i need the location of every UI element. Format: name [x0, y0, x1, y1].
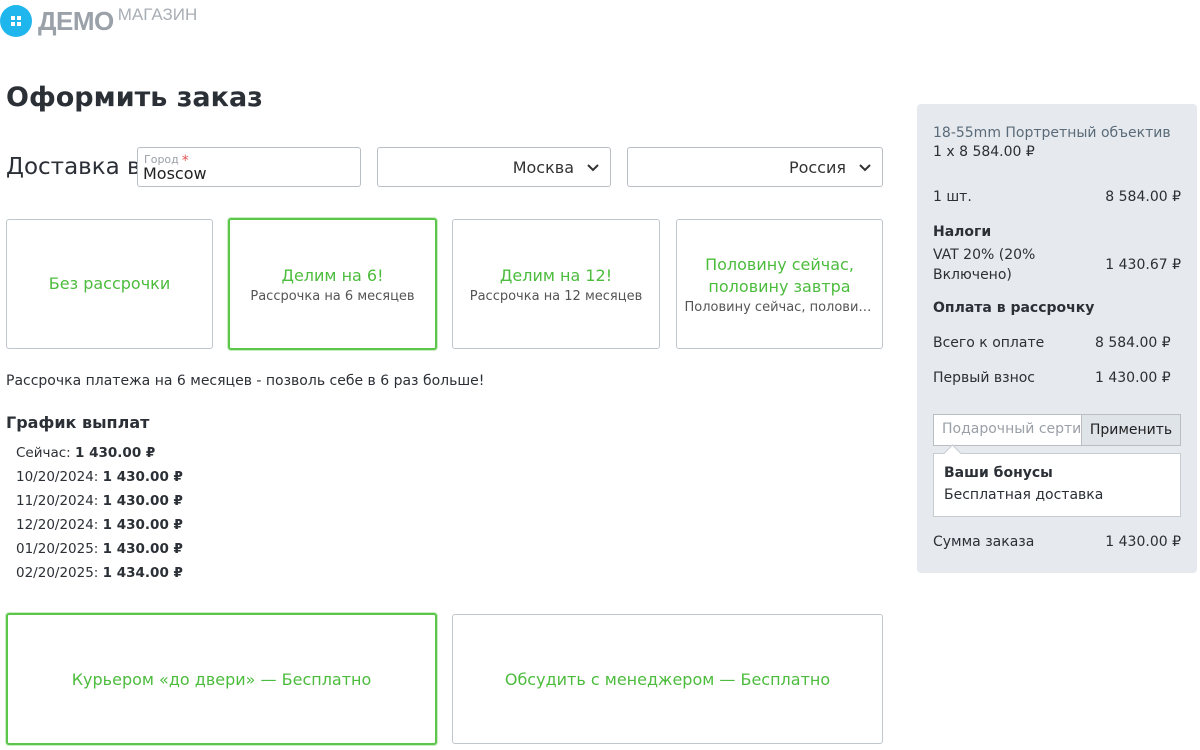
installment-option-12[interactable]: Делим на 12! Рассрочка на 12 месяцев — [452, 219, 660, 349]
schedule-row: Сейчас: 1 430.00 ₽ — [16, 445, 156, 461]
bonus-title: Ваши бонусы — [944, 465, 1053, 481]
city-select-value: Москва — [512, 158, 574, 177]
vat-value: 1 430.67 ₽ — [1105, 257, 1181, 273]
payment-schedule: Сейчас: 1 430.00 ₽ 10/20/2024: 1 430.00 … — [16, 441, 183, 585]
installment-summary-title: Оплата в рассрочку — [933, 300, 1095, 316]
installment-option-subtitle: Рассрочка на 6 месяцев — [250, 288, 415, 304]
installment-option-6[interactable]: Делим на 6! Рассрочка на 6 месяцев — [228, 218, 437, 350]
vat-label: VAT 20% (20% Включено) — [933, 247, 1036, 283]
order-sum-label: Сумма заказа — [933, 534, 1035, 550]
product-qty-price: 1 x 8 584.00 ₽ — [933, 144, 1035, 160]
city-select[interactable]: Москва — [377, 147, 611, 187]
total-row: Всего к оплате 8 584.00 ₽ — [933, 335, 1171, 351]
installment-option-half[interactable]: Половину сейчас, половину завтра Половин… — [676, 219, 883, 349]
logo-sub-text: МАГАЗИН — [117, 5, 198, 24]
schedule-row: 01/20/2025: 1 430.00 ₽ — [16, 541, 183, 557]
installment-option-title: Делим на 12! — [499, 265, 613, 285]
city-field-value: Moscow — [143, 164, 207, 183]
product-name[interactable]: 18-55mm Портретный объектив — [933, 125, 1171, 141]
schedule-row: 11/20/2024: 1 430.00 ₽ — [16, 493, 183, 509]
page-title: Оформить заказ — [6, 82, 263, 113]
apply-coupon-button[interactable]: Применить — [1081, 414, 1181, 446]
qty-row: 1 шт. 8 584.00 ₽ — [933, 189, 1181, 205]
schedule-row: 12/20/2024: 1 430.00 ₽ — [16, 517, 183, 533]
delivery-method-label: Обсудить с менеджером — Бесплатно — [504, 669, 831, 689]
schedule-row: 02/20/2025: 1 434.00 ₽ — [16, 565, 183, 581]
installment-option-title: Половину сейчас, половину завтра — [705, 254, 854, 296]
installment-option-title: Без рассрочки — [48, 274, 171, 293]
order-sum-value: 1 430.00 ₽ — [1105, 534, 1181, 550]
delivery-method-manager[interactable]: Обсудить с менеджером — Бесплатно — [452, 614, 883, 744]
qty-total: 8 584.00 ₽ — [1105, 189, 1181, 205]
total-label: Всего к оплате — [933, 335, 1045, 351]
coupon-input[interactable]: Подарочный сертификат — [933, 414, 1081, 446]
first-payment-label: Первый взнос — [933, 370, 1035, 386]
schedule-row: 10/20/2024: 1 430.00 ₽ — [16, 469, 183, 485]
country-select-value: Россия — [788, 158, 846, 177]
qty-label: 1 шт. — [933, 189, 972, 205]
delivery-method-courier[interactable]: Курьером «до двери» — Бесплатно — [6, 613, 437, 745]
installment-option-subtitle: Рассрочка на 12 месяцев — [469, 288, 643, 304]
delivery-method-label: Курьером «до двери» — Бесплатно — [71, 669, 372, 689]
bonus-tooltip: Ваши бонусы Бесплатная доставка — [933, 453, 1181, 517]
vat-row: VAT 20% (20% Включено) 1 430.67 ₽ — [933, 245, 1181, 285]
country-select[interactable]: Россия — [627, 147, 883, 187]
taxes-title: Налоги — [933, 224, 992, 240]
logo[interactable]: ДЕМО МАГАЗИН — [0, 4, 197, 38]
order-summary-panel: 18-55mm Портретный объектив 1 x 8 584.00… — [917, 104, 1197, 573]
chevron-down-icon — [587, 164, 599, 172]
coupon-form: Подарочный сертификат Применить — [933, 414, 1181, 446]
chevron-down-icon — [859, 164, 871, 172]
logo-main-text: ДЕМО — [38, 5, 114, 36]
first-payment-value: 1 430.00 ₽ — [1095, 370, 1171, 386]
logo-icon — [0, 5, 32, 37]
order-sum-row: Сумма заказа 1 430.00 ₽ — [933, 534, 1181, 550]
installment-option-subtitle: Половину сейчас, половину... — [684, 299, 875, 315]
installment-option-none[interactable]: Без рассрочки — [6, 219, 213, 349]
bonus-text: Бесплатная доставка — [944, 487, 1104, 503]
delivery-label: Доставка в — [6, 154, 141, 180]
schedule-title: График выплат — [6, 413, 150, 432]
first-payment-row: Первый взнос 1 430.00 ₽ — [933, 370, 1171, 386]
installment-option-title: Делим на 6! — [281, 265, 384, 285]
city-field[interactable]: Город * Moscow — [137, 147, 361, 187]
total-value: 8 584.00 ₽ — [1095, 335, 1171, 351]
installment-promo-text: Рассрочка платежа на 6 месяцев - позволь… — [6, 373, 485, 389]
